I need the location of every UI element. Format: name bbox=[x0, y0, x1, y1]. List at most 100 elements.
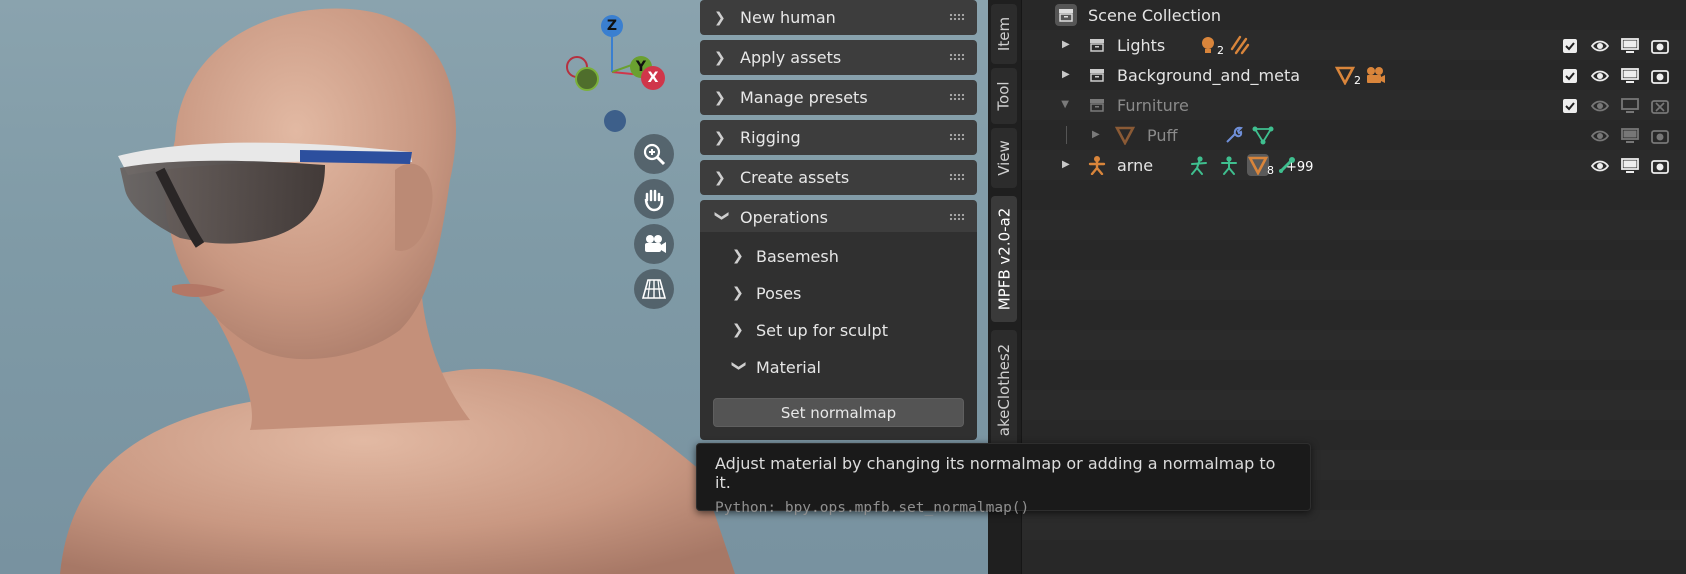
tab-label: akeClothes2 bbox=[995, 343, 1013, 437]
tab-mpfb[interactable]: MPFB v2.0-a2 bbox=[991, 196, 1017, 322]
mesh-child-icon[interactable] bbox=[1247, 154, 1269, 176]
panel-operations[interactable]: ❯ Operations bbox=[700, 200, 977, 235]
empty-row bbox=[1022, 240, 1686, 270]
exclude-checkbox[interactable] bbox=[1560, 36, 1580, 56]
panel-manage-presets[interactable]: ❯ Manage presets bbox=[700, 80, 977, 115]
tab-makeclothes[interactable]: akeClothes2 bbox=[991, 330, 1017, 450]
expand-triangle-icon[interactable]: ▶ bbox=[1092, 129, 1100, 140]
tab-item[interactable]: Item bbox=[991, 4, 1017, 64]
wrench-modifier-icon[interactable] bbox=[1222, 124, 1244, 146]
armature-data-icon[interactable] bbox=[1188, 154, 1210, 176]
eye-icon[interactable] bbox=[1590, 126, 1610, 146]
monitor-icon[interactable] bbox=[1620, 96, 1640, 116]
chevron-right-icon: ❯ bbox=[714, 89, 726, 106]
panel-new-human[interactable]: ❯ New human bbox=[700, 0, 977, 35]
monitor-icon[interactable] bbox=[1620, 66, 1640, 86]
grid-perspective-icon bbox=[641, 279, 667, 299]
outliner-label: Scene Collection bbox=[1088, 6, 1222, 25]
gizmo-z-axis[interactable]: Z bbox=[601, 15, 623, 37]
mesh-triangle-icon[interactable] bbox=[1334, 64, 1356, 86]
eye-icon[interactable] bbox=[1590, 96, 1610, 116]
tab-label: Tool bbox=[995, 81, 1014, 111]
exclude-checkbox[interactable] bbox=[1560, 66, 1580, 86]
light-data-icon[interactable] bbox=[1229, 34, 1251, 56]
collection-box-icon bbox=[1086, 94, 1108, 116]
render-camera-icon[interactable] bbox=[1650, 36, 1670, 56]
outliner-row-lights[interactable]: ▶ Lights 2 bbox=[1022, 30, 1686, 60]
subpanel-material[interactable]: ❯ Material bbox=[731, 351, 821, 383]
armature-object-icon bbox=[1086, 154, 1108, 176]
child-count-badge: 8 bbox=[1267, 164, 1274, 177]
subpanel-label: Material bbox=[756, 357, 821, 377]
eye-icon[interactable] bbox=[1590, 66, 1610, 86]
expand-triangle-icon[interactable]: ▶ bbox=[1062, 39, 1070, 50]
panel-apply-assets[interactable]: ❯ Apply assets bbox=[700, 40, 977, 75]
monitor-icon[interactable] bbox=[1620, 126, 1640, 146]
subpanel-basemesh[interactable]: ❯ Basemesh bbox=[732, 240, 839, 272]
pan-button[interactable] bbox=[634, 179, 674, 219]
subpanel-label: Poses bbox=[756, 283, 802, 303]
zoom-icon bbox=[643, 143, 666, 166]
tooltip-python-path: Python: bpy.ops.mpfb.set_normalmap() bbox=[715, 500, 1030, 516]
hand-pan-icon bbox=[644, 189, 664, 212]
light-bulb-icon[interactable] bbox=[1197, 34, 1219, 56]
set-normalmap-button[interactable]: Set normalmap bbox=[713, 398, 964, 427]
tree-line bbox=[1066, 126, 1067, 144]
more-children-badge: +99 bbox=[1286, 160, 1314, 175]
eye-icon[interactable] bbox=[1590, 36, 1610, 56]
render-camera-icon[interactable] bbox=[1650, 156, 1670, 176]
expand-triangle-icon[interactable]: ▶ bbox=[1062, 159, 1070, 170]
monitor-icon[interactable] bbox=[1620, 36, 1640, 56]
drag-grip-icon[interactable] bbox=[949, 13, 965, 21]
perspective-toggle-button[interactable] bbox=[634, 269, 674, 309]
chevron-right-icon: ❯ bbox=[732, 248, 744, 264]
panel-label: Rigging bbox=[740, 128, 801, 147]
expand-triangle-icon[interactable]: ▶ bbox=[1062, 69, 1070, 80]
tooltip-description: Adjust material by changing its normalma… bbox=[715, 454, 1276, 492]
eye-icon[interactable] bbox=[1590, 156, 1610, 176]
tab-tool[interactable]: Tool bbox=[991, 68, 1017, 124]
pose-data-icon[interactable] bbox=[1218, 154, 1240, 176]
tab-view[interactable]: View bbox=[991, 128, 1017, 188]
outliner-row-puff[interactable]: ▶ Puff bbox=[1022, 120, 1686, 150]
empty-row bbox=[1022, 180, 1686, 210]
monitor-icon[interactable] bbox=[1620, 156, 1640, 176]
drag-grip-icon[interactable] bbox=[949, 213, 965, 221]
child-count-badge: 2 bbox=[1217, 44, 1224, 57]
empty-row bbox=[1022, 360, 1686, 390]
collapse-triangle-icon[interactable]: ▶ bbox=[1059, 101, 1070, 109]
collection-box-icon bbox=[1086, 64, 1108, 86]
zoom-button[interactable] bbox=[634, 134, 674, 174]
tab-label: Item bbox=[995, 16, 1013, 52]
panel-label: Manage presets bbox=[740, 88, 868, 107]
outliner-row-furniture[interactable]: ▶ Furniture bbox=[1022, 90, 1686, 120]
render-disabled-icon[interactable] bbox=[1650, 96, 1670, 116]
outliner-scene-collection[interactable]: Scene Collection bbox=[1022, 0, 1686, 30]
empty-row bbox=[1022, 330, 1686, 360]
drag-grip-icon[interactable] bbox=[949, 173, 965, 181]
panel-create-assets[interactable]: ❯ Create assets bbox=[700, 160, 977, 195]
panel-rigging[interactable]: ❯ Rigging bbox=[700, 120, 977, 155]
subpanel-label: Set up for sculpt bbox=[756, 320, 888, 340]
drag-grip-icon[interactable] bbox=[949, 53, 965, 61]
outliner-row-background-and-meta[interactable]: ▶ Background_and_meta 2 bbox=[1022, 60, 1686, 90]
exclude-checkbox[interactable] bbox=[1560, 96, 1580, 116]
mesh-triangle-icon bbox=[1114, 124, 1136, 146]
render-camera-icon[interactable] bbox=[1650, 126, 1670, 146]
gizmo-neg-y-axis[interactable] bbox=[575, 67, 599, 91]
drag-grip-icon[interactable] bbox=[949, 93, 965, 101]
tab-label: MPFB v2.0-a2 bbox=[995, 207, 1013, 311]
render-camera-icon[interactable] bbox=[1650, 66, 1670, 86]
vertex-mesh-data-icon[interactable] bbox=[1252, 124, 1274, 146]
chevron-right-icon: ❯ bbox=[714, 129, 726, 146]
chevron-right-icon: ❯ bbox=[714, 49, 726, 66]
gizmo-neg-z-axis[interactable] bbox=[604, 110, 626, 132]
subpanel-poses[interactable]: ❯ Poses bbox=[732, 277, 801, 309]
camera-object-icon[interactable] bbox=[1364, 64, 1386, 86]
tooltip: Adjust material by changing its normalma… bbox=[696, 443, 1311, 516]
drag-grip-icon[interactable] bbox=[949, 133, 965, 141]
gizmo-x-axis[interactable]: X bbox=[641, 66, 665, 90]
outliner-row-arne[interactable]: ▶ arne 8 +99 bbox=[1022, 150, 1686, 180]
camera-view-button[interactable] bbox=[634, 224, 674, 264]
subpanel-set-up-for-sculpt[interactable]: ❯ Set up for sculpt bbox=[732, 314, 888, 346]
